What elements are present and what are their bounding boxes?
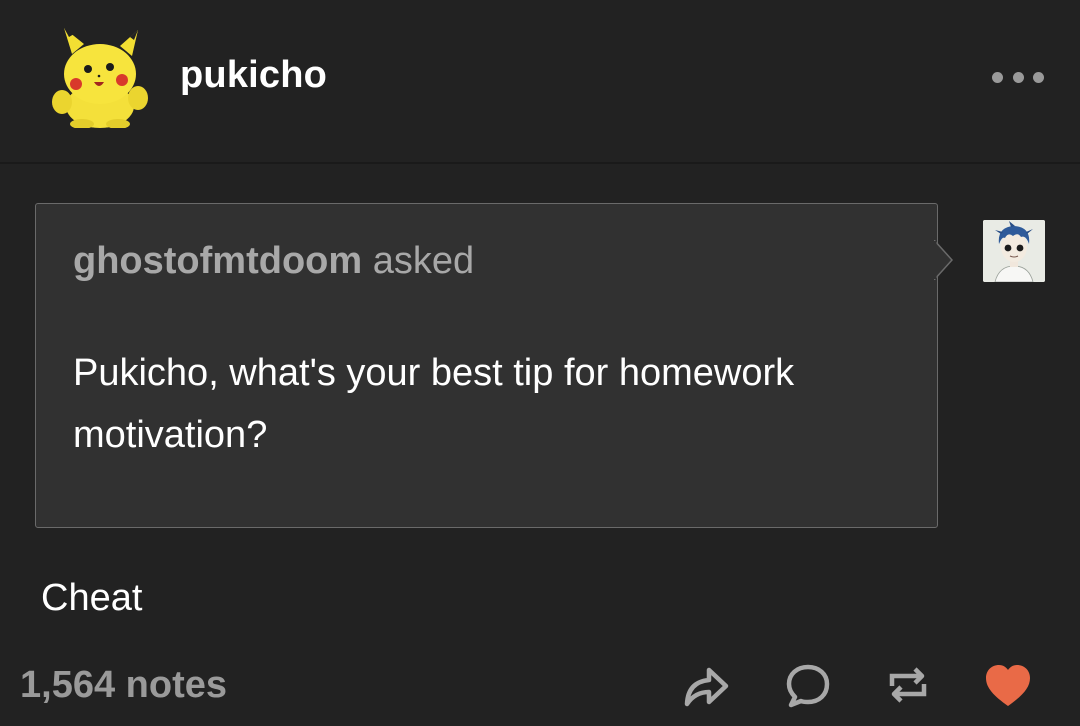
ask-bubble: ghostofmtdoom asked Pukicho, what's your…: [35, 203, 938, 528]
asker-line: ghostofmtdoom asked: [73, 240, 474, 283]
share-icon[interactable]: [680, 660, 732, 710]
more-dot: [1012, 71, 1024, 83]
blog-name[interactable]: pukicho: [180, 54, 327, 97]
more-dot: [1033, 71, 1044, 83]
reblog-icon[interactable]: [882, 660, 934, 710]
asker-name[interactable]: ghostofmtdoom: [73, 240, 362, 282]
blog-avatar[interactable]: [50, 24, 150, 129]
more-options-icon[interactable]: [992, 62, 1044, 92]
pikachu-plush-icon: [52, 28, 148, 129]
blue-haired-character-icon: [983, 220, 1045, 282]
asked-label: asked: [372, 240, 475, 282]
ask-bubble-pointer: [934, 240, 954, 280]
answer-text: Cheat: [41, 577, 143, 619]
notes-count[interactable]: 1,564 notes: [20, 664, 227, 707]
asker-avatar[interactable]: [983, 220, 1045, 282]
like-heart-icon[interactable]: [982, 660, 1034, 710]
reply-icon[interactable]: [782, 660, 834, 710]
post-header: pukicho: [0, 0, 1080, 164]
more-dot: [992, 71, 1003, 83]
question-text: Pukicho, what's your best tip for homewo…: [73, 352, 795, 456]
